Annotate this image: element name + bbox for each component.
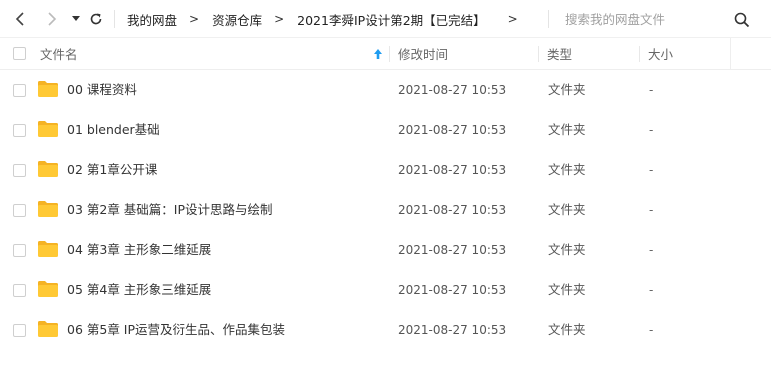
- folder-icon: [38, 81, 58, 97]
- column-header-type[interactable]: 类型: [547, 38, 572, 69]
- forward-arrow-icon[interactable]: [42, 9, 62, 29]
- row-checkbox[interactable]: [13, 164, 26, 177]
- file-size: -: [649, 163, 654, 177]
- file-modified-time: 2021-08-27 10:53: [398, 283, 507, 297]
- file-type: 文件夹: [548, 82, 586, 97]
- folder-icon: [38, 321, 58, 337]
- column-divider[interactable]: [538, 46, 539, 62]
- file-type: 文件夹: [548, 322, 586, 337]
- folder-icon: [38, 281, 58, 297]
- file-name[interactable]: 02 第1章公开课: [67, 150, 157, 190]
- row-checkbox[interactable]: [13, 84, 26, 97]
- sort-up-arrow-icon[interactable]: [373, 48, 383, 60]
- breadcrumb-separator: >: [189, 12, 200, 26]
- file-type: 文件夹: [548, 202, 586, 217]
- folder-icon: [38, 121, 58, 137]
- row-checkbox[interactable]: [13, 204, 26, 217]
- file-row[interactable]: 01 blender基础 2021-08-27 10:53 文件夹 -: [0, 110, 771, 150]
- column-divider[interactable]: [639, 46, 640, 62]
- header-filler: [730, 38, 771, 70]
- column-divider[interactable]: [389, 46, 390, 62]
- file-modified-time: 2021-08-27 10:53: [398, 123, 507, 137]
- back-arrow-icon[interactable]: [10, 9, 30, 29]
- file-row[interactable]: 05 第4章 主形象三维延展 2021-08-27 10:53 文件夹 -: [0, 270, 771, 310]
- file-row[interactable]: 02 第1章公开课 2021-08-27 10:53 文件夹 -: [0, 150, 771, 190]
- file-type: 文件夹: [548, 242, 586, 257]
- file-row[interactable]: 00 课程资料 2021-08-27 10:53 文件夹 -: [0, 70, 771, 110]
- row-checkbox[interactable]: [13, 284, 26, 297]
- refresh-icon[interactable]: [86, 9, 106, 29]
- file-type: 文件夹: [548, 122, 586, 137]
- search-icon[interactable]: [733, 11, 751, 29]
- column-header-name[interactable]: 文件名: [40, 38, 78, 69]
- folder-icon: [38, 161, 58, 177]
- breadcrumb-item-my-drive[interactable]: 我的网盘: [127, 10, 177, 29]
- row-checkbox[interactable]: [13, 244, 26, 257]
- breadcrumb: 我的网盘 > 资源仓库 > 2021李舜IP设计第2期【已完结】 >: [127, 0, 531, 38]
- toolbar-divider: [114, 10, 115, 28]
- file-name[interactable]: 01 blender基础: [67, 110, 160, 150]
- file-row[interactable]: 04 第3章 主形象二维延展 2021-08-27 10:53 文件夹 -: [0, 230, 771, 270]
- toolbar-divider: [548, 10, 549, 28]
- folder-icon: [38, 241, 58, 257]
- file-modified-time: 2021-08-27 10:53: [398, 203, 507, 217]
- file-name[interactable]: 00 课程资料: [67, 70, 137, 110]
- file-row[interactable]: 06 第5章 IP运营及衍生品、作品集包装 2021-08-27 10:53 文件夹…: [0, 310, 771, 350]
- row-checkbox[interactable]: [13, 324, 26, 337]
- file-modified-time: 2021-08-27 10:53: [398, 83, 507, 97]
- file-size: -: [649, 83, 654, 97]
- file-size: -: [649, 323, 654, 337]
- breadcrumb-expand-arrow[interactable]: >: [508, 12, 518, 26]
- file-modified-time: 2021-08-27 10:53: [398, 323, 507, 337]
- file-size: -: [649, 123, 654, 137]
- file-size: -: [649, 283, 654, 297]
- toolbar: 我的网盘 > 资源仓库 > 2021李舜IP设计第2期【已完结】 >: [0, 0, 771, 38]
- search-input[interactable]: [565, 11, 730, 27]
- row-checkbox[interactable]: [13, 124, 26, 137]
- file-name[interactable]: 03 第2章 基础篇：IP设计思路与绘制: [67, 190, 273, 230]
- file-size: -: [649, 243, 654, 257]
- file-type: 文件夹: [548, 162, 586, 177]
- select-all-checkbox[interactable]: [13, 47, 26, 60]
- search-box: [565, 0, 765, 38]
- folder-icon: [38, 201, 58, 217]
- file-name[interactable]: 05 第4章 主形象三维延展: [67, 270, 211, 310]
- file-list-header: 文件名 修改时间 类型 大小: [0, 38, 730, 70]
- file-name[interactable]: 06 第5章 IP运营及衍生品、作品集包装: [67, 310, 285, 350]
- file-modified-time: 2021-08-27 10:53: [398, 243, 507, 257]
- file-size: -: [649, 203, 654, 217]
- history-dropdown-icon[interactable]: [66, 9, 86, 29]
- file-type: 文件夹: [548, 282, 586, 297]
- file-row[interactable]: 03 第2章 基础篇：IP设计思路与绘制 2021-08-27 10:53 文件夹 -: [0, 190, 771, 230]
- file-modified-time: 2021-08-27 10:53: [398, 163, 507, 177]
- column-header-modified[interactable]: 修改时间: [398, 38, 448, 69]
- breadcrumb-separator: >: [274, 12, 285, 26]
- breadcrumb-item-resource-repo[interactable]: 资源仓库: [212, 10, 262, 29]
- file-name[interactable]: 04 第3章 主形象二维延展: [67, 230, 211, 270]
- breadcrumb-item-current-folder[interactable]: 2021李舜IP设计第2期【已完结】: [297, 10, 486, 29]
- column-header-size[interactable]: 大小: [648, 38, 673, 69]
